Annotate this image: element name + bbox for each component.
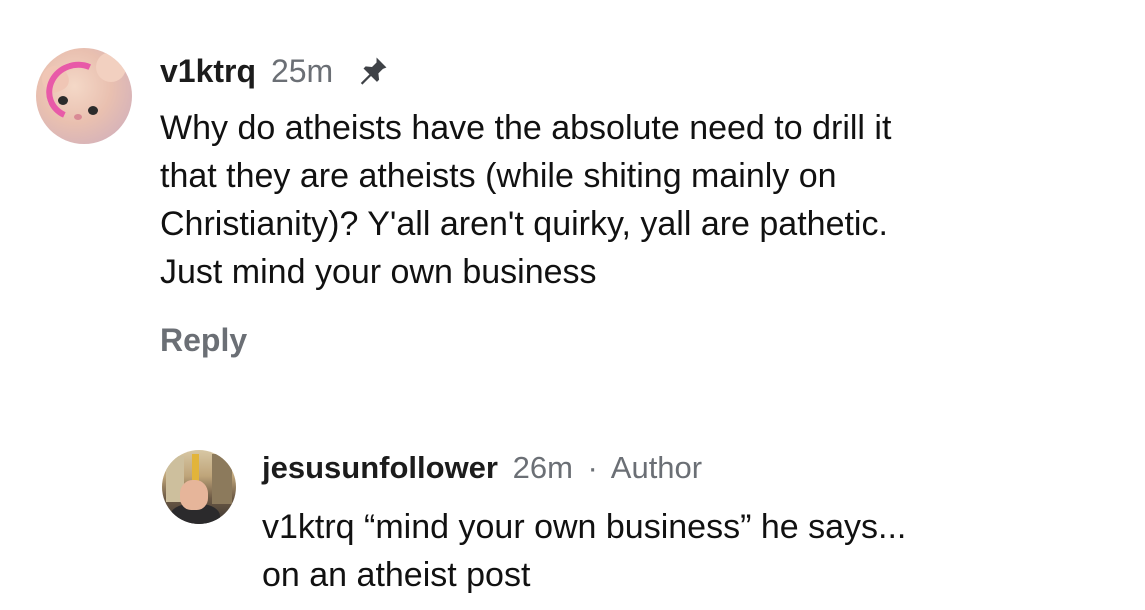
reply-username[interactable]: jesusunfollower xyxy=(262,450,498,485)
comment-username[interactable]: v1ktrq xyxy=(160,53,256,89)
reply-avatar[interactable] xyxy=(162,450,236,524)
reply-button[interactable]: Reply xyxy=(160,322,247,359)
comment-time: 25m xyxy=(270,52,334,89)
avatar[interactable] xyxy=(36,48,132,144)
comment-text: Why do atheists have the absolute need t… xyxy=(160,109,892,291)
pin-icon xyxy=(356,54,390,93)
reply-separator: · xyxy=(587,450,598,485)
reply-time: 26m xyxy=(512,450,573,485)
comment-header: v1ktrq 25m xyxy=(160,54,390,93)
author-badge: Author xyxy=(610,450,703,485)
reply-text: v1ktrq “mind your own business” he says.… xyxy=(262,508,907,594)
comment-thread: v1ktrq 25m Why do atheists have the abso… xyxy=(0,0,1145,610)
reply-header: jesusunfollower 26m · Author xyxy=(262,452,702,483)
